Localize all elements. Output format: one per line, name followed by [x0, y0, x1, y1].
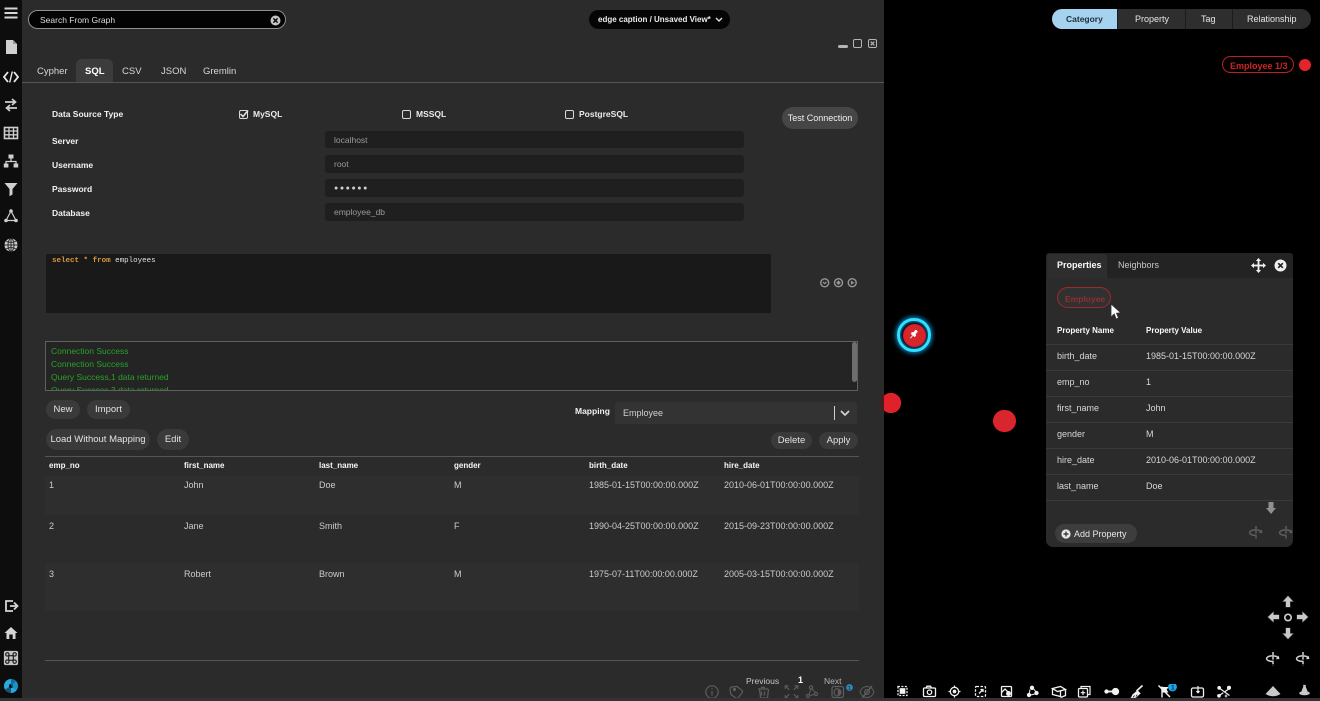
svg-text:1: 1	[848, 686, 851, 692]
svg-text:1: 1	[1171, 685, 1175, 692]
